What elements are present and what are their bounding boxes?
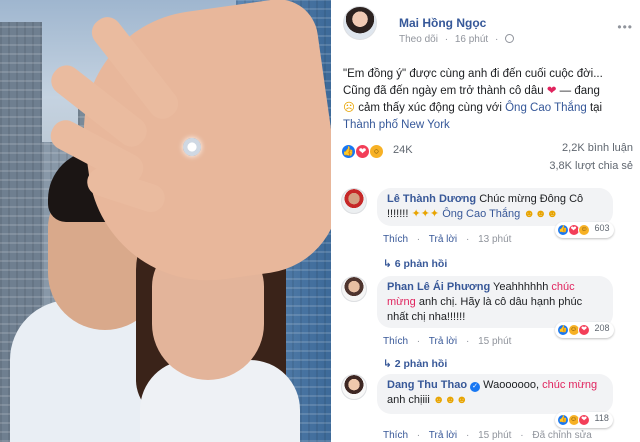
reaction-count[interactable]: 24K <box>393 144 413 156</box>
separator-dot: · <box>494 34 499 45</box>
love-reaction-icon: ❤ <box>355 144 371 159</box>
reply-arrow-icon: ↳ <box>383 258 392 270</box>
commenter-name[interactable]: Dang Thu Thao <box>387 379 467 391</box>
post-line-3: ☹ cảm thấy xúc động cùng với Ông Cao Thắ… <box>343 102 603 114</box>
separator-dot: · <box>444 34 449 45</box>
more-icon[interactable]: ••• <box>617 20 633 34</box>
comment-bubble: Phan Lê Ái Phương Yeahhhhhh chúc mừng an… <box>377 276 613 328</box>
post-meta: Theo dõi · 16 phút · <box>399 34 518 45</box>
love-reaction-icon: ❤ <box>578 414 591 426</box>
comment-reaction-count: 118 <box>594 413 609 423</box>
commenter-name[interactable]: Phan Lê Ái Phương <box>387 281 490 293</box>
comment: Phan Lê Ái Phương Yeahhhhhh chúc mừng an… <box>341 276 635 372</box>
reaction-icons[interactable]: 👍 ❤ ○ <box>341 144 385 160</box>
comment-actions: Thích · Trả lời · 13 phút <box>383 234 512 245</box>
like-button[interactable]: Thích <box>383 234 408 245</box>
diamond-ring <box>183 138 201 156</box>
smile-emoji-icon: ☻☻☻ <box>523 208 559 220</box>
highlighted-text: chúc mừng <box>542 379 598 391</box>
comment-actions: Thích · Trả lời · 15 phút · Đã chỉnh sửa <box>383 430 592 441</box>
clap-emoji-icon: ✦✦✦ <box>411 208 440 220</box>
commenter-name[interactable]: Lê Thành Dương <box>387 193 476 205</box>
comment: Dang Thu Thao ✓ Waoooooo, chúc mừng anh … <box>341 374 635 442</box>
tagged-person-link[interactable]: Ông Cao Thắng <box>505 102 587 114</box>
comment: Lê Thành Dương Chúc mừng Đông Cô !!!!!!!… <box>341 188 635 274</box>
moved-face-icon: ☹ <box>343 102 355 114</box>
author-name[interactable]: Mai Hồng Ngọc <box>399 16 486 30</box>
comment-count[interactable]: 2,2K bình luận <box>562 142 633 154</box>
like-reaction-icon: 👍 <box>341 144 356 159</box>
comment-text: anh chị. Hãy là cô dâu hạnh phúc nhất ch… <box>387 296 583 323</box>
commenter-avatar[interactable] <box>341 188 367 214</box>
post-panel: Mai Hồng Ngọc Theo dõi · 16 phút · ••• "… <box>331 0 640 442</box>
verified-badge-icon: ✓ <box>470 382 481 392</box>
heart-eyes-emoji-icon: ☻☻☻ <box>432 394 468 406</box>
reply-button[interactable]: Trả lời <box>429 336 457 347</box>
post-header: Mai Hồng Ngọc Theo dõi · 16 phút · ••• <box>343 6 633 48</box>
comment-bubble: Lê Thành Dương Chúc mừng Đông Cô !!!!!!!… <box>377 188 613 226</box>
post-time[interactable]: 16 phút <box>455 34 488 45</box>
post-line-2: Cũng đã đến ngày em trở thành cô dâu ❤ —… <box>343 85 600 97</box>
reply-button[interactable]: Trả lời <box>429 234 457 245</box>
comment-time[interactable]: 15 phút <box>478 336 511 347</box>
wow-reaction-icon: ○ <box>369 144 385 159</box>
globe-icon <box>505 34 515 43</box>
comment-bubble: Dang Thu Thao ✓ Waoooooo, chúc mừng anh … <box>377 374 613 414</box>
follow-link[interactable]: Theo dõi <box>399 34 438 45</box>
post-line-1: "Em đồng ý" được cùng anh đi đến cuối cu… <box>343 68 603 80</box>
comment-text: Waoooooo, <box>483 379 540 391</box>
love-reaction-icon: ❤ <box>578 324 591 336</box>
post-stats: 👍 ❤ ○ 24K 2,2K bình luận 3,8K lượt chia … <box>341 140 633 180</box>
comment-actions: Thích · Trả lời · 15 phút <box>383 336 512 347</box>
comment-reaction-count: 603 <box>594 223 610 233</box>
comment-text: anh chịiii <box>387 394 430 406</box>
comment-tag-link[interactable]: Ông Cao Thắng <box>442 208 520 220</box>
view-replies[interactable]: ↳ 2 phản hồi <box>383 358 447 370</box>
comment-reactions[interactable]: 👍 ☺ ❤ 118 <box>555 412 613 428</box>
comment-text: Yeahhhhhh <box>493 281 549 293</box>
edited-label[interactable]: Đã chỉnh sửa <box>532 430 592 441</box>
comment-time[interactable]: 13 phút <box>478 234 511 245</box>
comment-reactions[interactable]: 👍 ❤ ☺ 603 <box>555 222 614 238</box>
reply-button[interactable]: Trả lời <box>429 430 457 441</box>
commenter-avatar[interactable] <box>341 276 367 302</box>
comment-time[interactable]: 15 phút <box>478 430 511 441</box>
view-replies[interactable]: ↳ 6 phản hồi <box>383 258 447 270</box>
comment-reactions[interactable]: 👍 ☺ ❤ 208 <box>555 322 614 338</box>
reply-arrow-icon: ↳ <box>383 358 392 370</box>
haha-reaction-icon: ☺ <box>578 224 591 236</box>
like-button[interactable]: Thích <box>383 430 408 441</box>
like-button[interactable]: Thích <box>383 336 408 347</box>
commenter-avatar[interactable] <box>341 374 367 400</box>
heart-icon: ❤ <box>546 85 557 97</box>
share-count[interactable]: 3,8K lượt chia sẻ <box>549 160 633 172</box>
comment-reaction-count: 208 <box>594 323 610 333</box>
post-photo[interactable] <box>0 0 331 442</box>
location-link[interactable]: Thành phố New York <box>343 117 633 134</box>
author-avatar[interactable] <box>343 6 377 40</box>
post-text: "Em đồng ý" được cùng anh đi đến cuối cu… <box>343 66 633 134</box>
